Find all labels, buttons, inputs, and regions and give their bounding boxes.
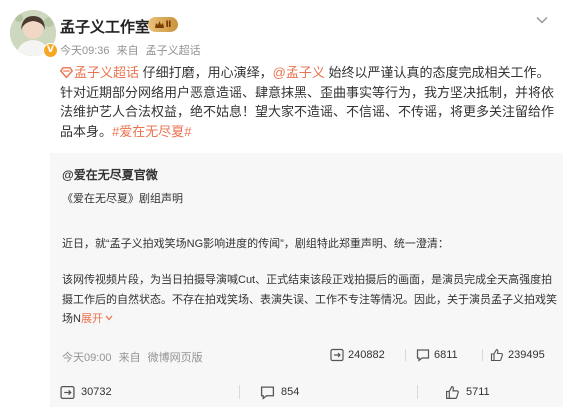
quoted-like-count: 239495 [508, 349, 545, 361]
stat-divider [405, 349, 406, 361]
like-count: 5711 [466, 386, 490, 398]
quoted-repost-count: 240882 [348, 349, 385, 361]
quoted-meta: 今天09:00 来自 微博网页版 [62, 349, 207, 365]
like-button[interactable]: 5711 [445, 383, 490, 401]
quoted-comment-button[interactable]: 6811 [416, 346, 458, 364]
like-icon [446, 385, 459, 399]
quoted-comment-count: 6811 [434, 349, 458, 361]
vip-badge[interactable]: Ⅱ [148, 17, 178, 32]
quoted-paragraph-2: 该网传视频片段，为当日拍摄导演喊Cut、正式结束该段正戏拍摄后的画面，是演员完成… [62, 271, 557, 330]
supertopic-label: 孟子义超话 [74, 65, 140, 80]
quoted-source-prefix: 来自 [118, 352, 141, 364]
quoted-source[interactable]: 微博网页版 [148, 352, 203, 364]
more-options-button[interactable] [532, 10, 552, 30]
like-icon [490, 348, 503, 362]
repost-icon [60, 385, 75, 399]
hashtag-link[interactable]: #爱在无尽夏# [112, 124, 191, 139]
quoted-paragraph-2-text: 该网传视频片段，为当日拍摄导演喊Cut、正式结束该段正戏拍摄后的画面，是演员完成… [62, 274, 557, 325]
expand-label: 展开 [80, 313, 103, 325]
chevron-down-icon [105, 315, 113, 321]
footer-divider [239, 385, 240, 399]
quoted-title: 《爱在无尽夏》剧组声明 [62, 193, 183, 205]
weibo-post: V 孟子义工作室 Ⅱ 今天09:36 来自 孟子义超话 孟子义超话 仔细打磨，用… [0, 0, 563, 407]
mention-link[interactable]: @孟子义 [273, 65, 325, 80]
post-text-1: 仔细打磨，用心演绎， [139, 65, 273, 80]
repost-button[interactable]: 30732 [60, 383, 112, 401]
comment-button[interactable]: 854 [260, 383, 299, 401]
quoted-time[interactable]: 今天09:00 [62, 352, 112, 364]
repost-count: 30732 [81, 386, 112, 398]
post-source-link[interactable]: 孟子义超话 [146, 45, 201, 57]
quoted-paragraph-1: 近日，就“孟子义拍戏笑场NG影响进度的传闻”，剧组特此郑重声明、统一澄清： [62, 238, 449, 250]
supertopic-icon [60, 67, 73, 78]
supertopic-link[interactable]: 孟子义超话 [60, 65, 139, 80]
repost-icon [330, 348, 344, 362]
quoted-like-button[interactable]: 239495 [490, 346, 545, 364]
comment-icon [416, 349, 430, 362]
author-name[interactable]: 孟子义工作室 [60, 16, 150, 37]
comment-icon [260, 386, 275, 400]
vip-level: Ⅱ [165, 19, 172, 30]
verified-badge-icon: V [43, 43, 58, 58]
quoted-repost-button[interactable]: 240882 [330, 346, 385, 364]
post-time[interactable]: 今天09:36 [60, 45, 110, 57]
comment-count: 854 [281, 386, 300, 398]
chevron-down-icon [536, 16, 548, 24]
stat-divider [482, 349, 483, 361]
quoted-author-link[interactable]: @爱在无尽夏官微 [62, 166, 158, 183]
footer-divider [417, 385, 418, 399]
post-meta: 今天09:36 来自 孟子义超话 [60, 42, 201, 58]
post-text: 孟子义超话 仔细打磨，用心演绎，@孟子义 始终以严谨认真的态度完成相关工作。针对… [60, 63, 554, 141]
crown-icon [154, 20, 164, 28]
quoted-post-card[interactable]: @爱在无尽夏官微 《爱在无尽夏》剧组声明 近日，就“孟子义拍戏笑场NG影响进度的… [50, 153, 563, 407]
source-prefix: 来自 [116, 45, 139, 57]
expand-link[interactable]: 展开 [81, 313, 113, 325]
